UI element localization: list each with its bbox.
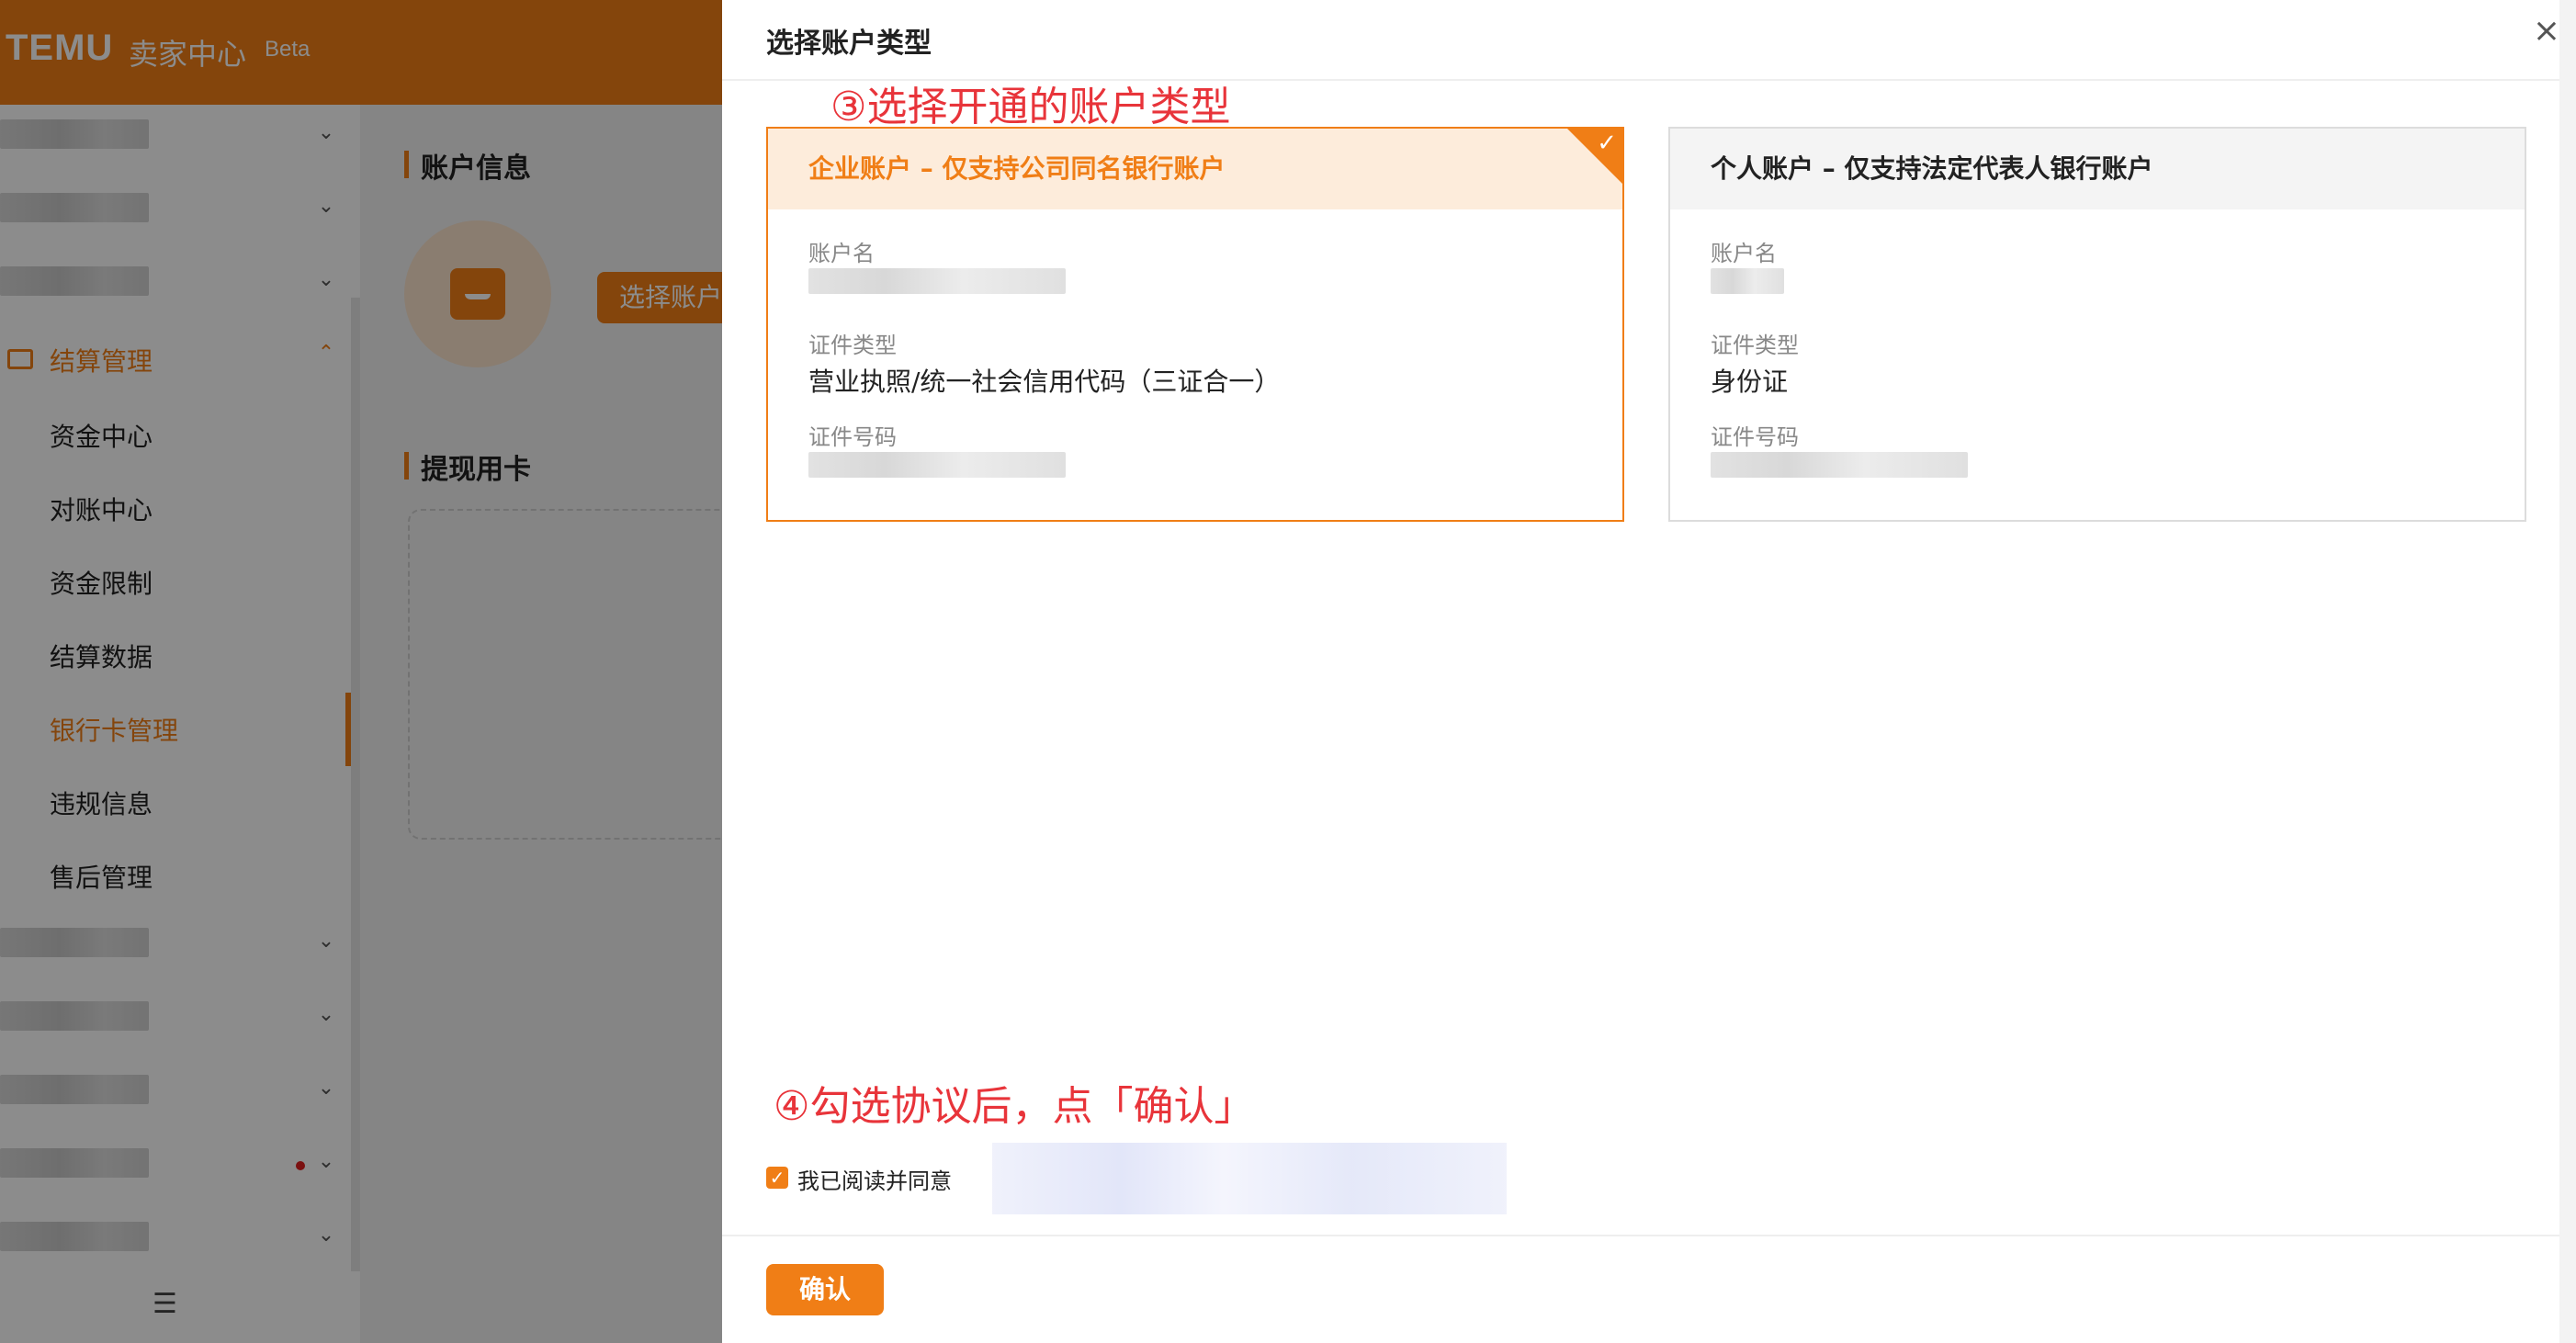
card-header: 企业账户 – 仅支持公司同名银行账户 <box>768 129 1622 209</box>
agreement-checkbox[interactable]: ✓ <box>766 1167 788 1189</box>
cert-number-label: 证件号码 <box>1711 419 1799 451</box>
cert-number-value <box>1711 452 1968 478</box>
account-name-label: 账户名 <box>1711 235 1777 267</box>
modal-scrollbar-track <box>2559 0 2576 1343</box>
check-icon: ✓ <box>1597 130 1617 156</box>
card-header: 个人账户 – 仅支持法定代表人银行账户 <box>1670 129 2525 209</box>
confirm-button[interactable]: 确认 <box>766 1264 884 1315</box>
page: TEMU 卖家中心 Beta ⌄ ⌄ ⌄ 结算管理 ⌃ 资金中心 对账中心 资 <box>0 0 2576 1343</box>
account-name-value <box>808 268 1066 294</box>
annotation-step3: ③选择开通的账户类型 <box>830 73 1230 132</box>
modal-title: 选择账户类型 <box>766 20 932 61</box>
account-name-value <box>1711 268 1784 294</box>
cert-number-label: 证件号码 <box>808 419 897 451</box>
modal-backdrop[interactable] <box>0 0 722 1343</box>
enterprise-account-card[interactable]: 企业账户 – 仅支持公司同名银行账户 ✓ 账户名 证件类型 营业执照/统一社会信… <box>766 127 1624 522</box>
cert-type-label: 证件类型 <box>808 327 897 359</box>
cert-type-value: 营业执照/统一社会信用代码（三证合一） <box>808 362 1280 399</box>
cert-type-label: 证件类型 <box>1711 327 1799 359</box>
select-account-type-modal: 选择账户类型 × ③选择开通的账户类型 企业账户 – 仅支持公司同名银行账户 ✓… <box>722 0 2576 1343</box>
cert-type-value: 身份证 <box>1711 362 1788 399</box>
annotation-step4: ④勾选协议后，点「确认」 <box>774 1073 1254 1132</box>
account-name-label: 账户名 <box>808 235 875 267</box>
agreement-link-blurred[interactable] <box>992 1143 1507 1214</box>
agreement-text: 我已阅读并同意 <box>797 1163 952 1195</box>
divider <box>722 1235 2576 1236</box>
personal-account-card[interactable]: 个人账户 – 仅支持法定代表人银行账户 账户名 证件类型 身份证 证件号码 <box>1668 127 2526 522</box>
cert-number-value <box>808 452 1066 478</box>
